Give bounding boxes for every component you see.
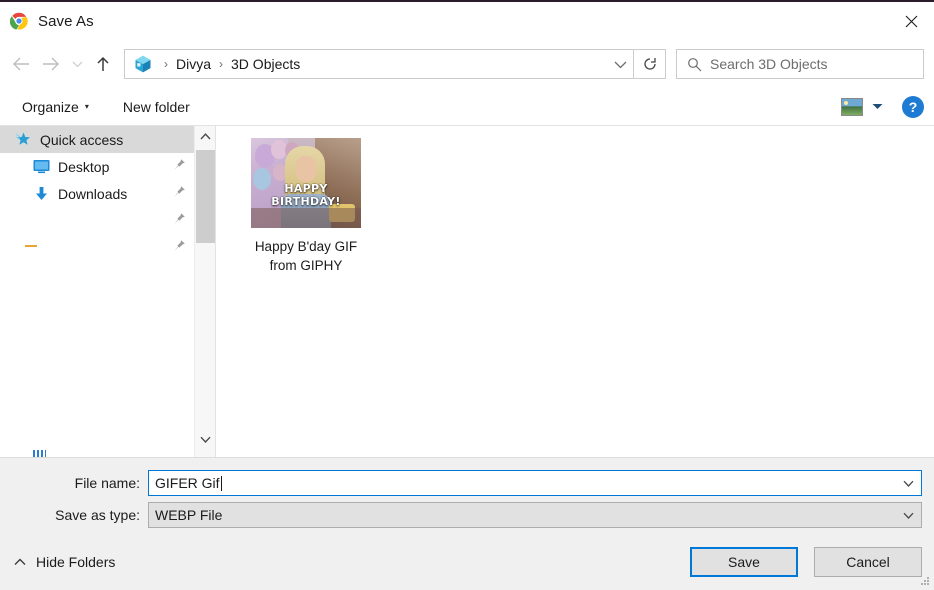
forward-button[interactable] xyxy=(36,49,66,79)
chevron-down-icon xyxy=(903,512,913,519)
save-as-type-label: Save as type: xyxy=(55,507,140,523)
command-toolbar: Organize ▾ New folder ? xyxy=(0,88,934,126)
refresh-button[interactable] xyxy=(634,49,666,79)
file-list[interactable]: HAPPY BIRTHDAY! Happy B'day GIF from GIP… xyxy=(215,126,934,457)
arrow-left-icon xyxy=(13,57,29,71)
scroll-up-button[interactable] xyxy=(195,126,215,146)
file-item[interactable]: HAPPY BIRTHDAY! Happy B'day GIF from GIP… xyxy=(236,138,376,275)
scrollbar-thumb[interactable] xyxy=(196,150,215,243)
sidebar-scrollbar[interactable] xyxy=(194,126,215,457)
scroll-down-button[interactable] xyxy=(195,429,215,449)
desktop-monitor-icon xyxy=(32,158,50,176)
caption-line-2: BIRTHDAY! xyxy=(271,195,341,208)
gif-thumbnail: HAPPY BIRTHDAY! xyxy=(251,138,361,228)
sidebar-item-label: Downloads xyxy=(58,185,128,202)
chevron-down-icon xyxy=(903,480,913,487)
caret-down-icon xyxy=(872,104,882,109)
chevron-down-icon xyxy=(614,61,626,68)
title-bar: Save As xyxy=(0,2,934,40)
sidebar-item-label: Quick access xyxy=(40,131,124,148)
sidebar-item-quick-access[interactable]: Quick access xyxy=(0,126,194,153)
large-icons-view-icon xyxy=(841,97,863,116)
save-as-type-value: WEBP File xyxy=(155,507,223,523)
breadcrumb[interactable]: › Divya › 3D Objects xyxy=(124,49,634,79)
chevron-up-icon xyxy=(14,558,26,566)
sidebar-item-unlabeled-1[interactable] xyxy=(0,207,194,234)
save-as-type-dropdown-button[interactable] xyxy=(895,503,921,527)
chevron-down-icon xyxy=(72,61,82,68)
breadcrumb-item-3d-objects[interactable]: 3D Objects xyxy=(228,54,303,74)
content-area: Quick access Desktop Downloads HAPPY BIR… xyxy=(0,126,934,457)
chevron-down-icon: ▾ xyxy=(84,101,89,111)
file-name-row: File name: GIFER Gif xyxy=(0,470,934,496)
new-folder-label: New folder xyxy=(122,98,190,115)
file-name-dropdown-button[interactable] xyxy=(895,471,921,495)
up-button[interactable] xyxy=(88,49,118,79)
pin-icon[interactable] xyxy=(173,239,186,257)
save-as-dialog: Save As › Divya › 3D Objects Search 3D O… xyxy=(0,2,934,590)
person-face xyxy=(296,156,316,182)
sidebar-item-clipped[interactable] xyxy=(0,450,194,457)
tree-connector-mark xyxy=(25,245,37,247)
folder-icon xyxy=(33,450,46,457)
resize-grip-icon[interactable] xyxy=(919,575,931,587)
breadcrumb-separator: › xyxy=(164,57,168,71)
pin-icon[interactable] xyxy=(173,158,186,176)
sidebar-item-downloads[interactable]: Downloads xyxy=(0,180,194,207)
refresh-icon xyxy=(643,58,656,70)
thumbnail-caption: HAPPY BIRTHDAY! xyxy=(251,182,361,208)
close-icon xyxy=(905,15,917,27)
save-form: File name: GIFER Gif Save as type: WEBP … xyxy=(0,457,934,534)
breadcrumb-separator: › xyxy=(219,57,224,71)
file-name-input[interactable]: GIFER Gif xyxy=(148,470,922,496)
file-item-label: Happy B'day GIF from GIPHY xyxy=(254,239,358,273)
close-button[interactable] xyxy=(888,2,934,40)
downloads-arrow-icon xyxy=(32,185,50,203)
navigation-sidebar: Quick access Desktop Downloads xyxy=(0,126,194,457)
hide-folders-label: Hide Folders xyxy=(36,554,116,570)
back-button[interactable] xyxy=(6,49,36,79)
pin-icon[interactable] xyxy=(173,212,186,230)
save-as-type-select[interactable]: WEBP File xyxy=(148,502,922,528)
view-mode-button[interactable] xyxy=(838,95,866,119)
thumbnail-foreground xyxy=(251,208,361,228)
chrome-icon xyxy=(10,12,28,30)
file-name-value: GIFER Gif xyxy=(155,475,220,491)
search-input[interactable]: Search 3D Objects xyxy=(676,49,924,79)
search-icon xyxy=(687,57,702,72)
caption-line-1: HAPPY xyxy=(284,182,328,195)
text-cursor xyxy=(220,475,222,491)
pin-icon[interactable] xyxy=(173,185,186,203)
dialog-footer: Hide Folders Save Cancel xyxy=(0,534,934,590)
breadcrumb-dropdown-button[interactable] xyxy=(607,60,633,69)
3d-objects-cube-icon xyxy=(135,55,151,73)
sidebar-item-desktop[interactable]: Desktop xyxy=(0,153,194,180)
organize-label: Organize xyxy=(22,98,79,115)
cancel-button[interactable]: Cancel xyxy=(814,547,922,577)
new-folder-button[interactable]: New folder xyxy=(115,95,198,119)
help-button[interactable]: ? xyxy=(902,95,924,118)
recent-locations-button[interactable] xyxy=(66,49,88,79)
quick-access-star-icon xyxy=(14,131,32,149)
view-mode-dropdown-button[interactable] xyxy=(866,103,888,110)
breadcrumb-item-divya[interactable]: Divya xyxy=(173,54,214,74)
file-name-label: File name: xyxy=(74,475,140,491)
window-title: Save As xyxy=(38,12,94,30)
search-placeholder: Search 3D Objects xyxy=(710,56,828,72)
chevron-down-icon xyxy=(199,436,211,443)
arrow-right-icon xyxy=(43,57,59,71)
save-button[interactable]: Save xyxy=(690,547,798,577)
sidebar-item-unlabeled-2[interactable] xyxy=(0,234,194,261)
navigation-bar: › Divya › 3D Objects Search 3D Objects xyxy=(0,40,934,88)
save-as-type-row: Save as type: WEBP File xyxy=(0,502,934,528)
arrow-up-icon xyxy=(97,56,109,71)
organize-button[interactable]: Organize ▾ xyxy=(14,95,97,119)
hide-folders-button[interactable]: Hide Folders xyxy=(14,554,115,570)
sidebar-item-label: Desktop xyxy=(58,158,110,175)
help-label: ? xyxy=(908,98,918,115)
chevron-up-icon xyxy=(199,132,211,139)
